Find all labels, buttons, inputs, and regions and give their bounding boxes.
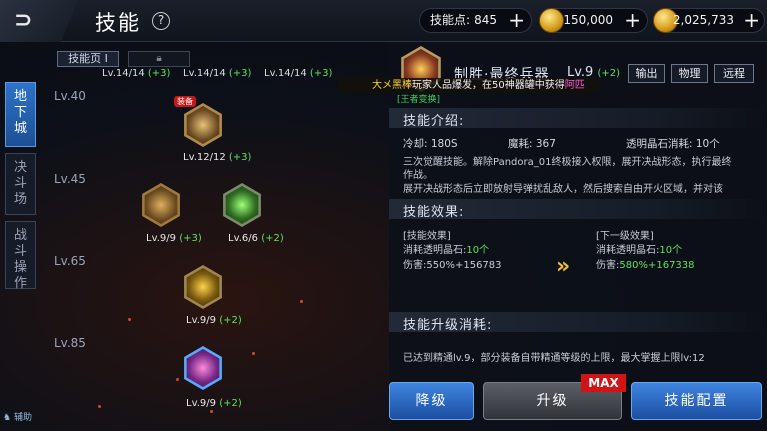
back-arrow-icon: ⊃ — [14, 8, 33, 33]
green-tech-icon — [225, 186, 259, 224]
ember-particle — [210, 410, 213, 413]
ember-particle — [252, 352, 255, 355]
upgrade-note: 已达到精通lv.9，部分装备自带精通等级的上限，最大掌握上限lv:12 — [403, 353, 705, 364]
currency2-value: 2,025,733 — [672, 13, 734, 27]
intro-title: 技能介绍: — [403, 114, 465, 129]
skill-node[interactable] — [139, 183, 183, 227]
page-title: 技能 — [95, 11, 141, 35]
next-cost: 消耗透明晶石:10个 — [596, 245, 683, 256]
skill-node-selected[interactable] — [181, 346, 225, 390]
skill-page-tab-1[interactable]: 技能页 I — [57, 51, 119, 67]
description-line: 展开决战形态后立即放射导弹扰乱敌人，然后搜索自由开火区域，并对该 — [403, 184, 723, 195]
tag-physical: 物理 — [671, 64, 708, 83]
category-tabs: 地下城 决斗场 战斗操作 — [5, 82, 39, 295]
upgrade-title: 技能升级消耗: — [403, 318, 493, 333]
current-effect-head: [技能效果] — [403, 231, 451, 242]
add-currency-button[interactable]: + — [743, 9, 760, 31]
top-skill-count: Lv.14/14 (+3) — [264, 68, 333, 79]
crystal-cost-text: 透明晶石消耗: 10个 — [626, 138, 720, 150]
skill-level-text: Lv.9/9 (+3) — [146, 233, 202, 244]
description-line: 三次觉醒技能。解除Pandora_01终极接入权限，展开决战形态，执行最终 — [403, 157, 732, 168]
skill-node[interactable] — [220, 183, 264, 227]
assist-label: 辅助 — [13, 413, 32, 423]
back-button[interactable]: ⊃ — [0, 0, 78, 42]
skill-points-value: 845 — [474, 13, 497, 27]
skill-level-text: Lv.6/6 (+2) — [228, 233, 284, 244]
ember-particle — [300, 300, 303, 303]
add-skill-points-button[interactable]: + — [508, 9, 525, 31]
lock-icon: 🔒︎ — [156, 53, 162, 64]
top-skill-count: Lv.14/14 (+3) — [102, 68, 171, 79]
skill-node[interactable] — [181, 265, 225, 309]
max-badge: MAX — [581, 374, 626, 392]
level-label: Lv.40 — [54, 89, 86, 103]
gold-display: 150,000 + — [539, 8, 648, 33]
cannon-icon — [144, 186, 178, 224]
skill-level-text: Lv.9/9 (+2) — [186, 398, 242, 409]
effect-title: 技能效果: — [403, 205, 465, 220]
marquee-subtitle: [王者变换] — [397, 95, 441, 105]
level-label: Lv.45 — [54, 172, 86, 186]
next-level-arrow-icon: » — [556, 254, 571, 279]
skill-config-button[interactable]: 技能配置 — [631, 382, 762, 420]
purple-mech-icon — [186, 349, 220, 387]
top-skill-count: Lv.14/14 (+3) — [183, 68, 252, 79]
current-damage: 伤害:550%+156783 — [403, 260, 502, 271]
current-cost: 消耗透明晶石:10个 — [403, 245, 490, 256]
broadcast-marquee: 大メ黑棒玩家人品爆发，在50神器罐中获得阿匹 — [338, 78, 600, 93]
ember-particle — [176, 378, 179, 381]
gold-weapon-icon — [186, 268, 220, 306]
next-damage: 伤害:580%+167338 — [596, 260, 695, 271]
gold-coin-icon — [539, 8, 564, 33]
tab-battle-controls[interactable]: 战斗操作 — [5, 221, 36, 291]
help-icon[interactable]: ? — [152, 12, 170, 30]
skill-points-display: 技能点: 845 + — [419, 8, 532, 33]
currency2-display: 2,025,733 + — [653, 8, 765, 33]
gold-value: 150,000 — [563, 13, 613, 27]
ember-particle — [128, 318, 131, 321]
skill-points-label: 技能点: — [430, 13, 471, 27]
cooldown-text: 冷却: 180S — [403, 138, 458, 150]
tab-arena[interactable]: 决斗场 — [5, 153, 36, 215]
tab-dungeon[interactable]: 地下城 — [5, 82, 36, 147]
skill-node[interactable]: 装备 — [174, 96, 225, 147]
downgrade-button[interactable]: 降级 — [389, 382, 474, 420]
tag-output: 输出 — [628, 64, 665, 83]
assist-toggle[interactable]: ♞ 辅助 — [3, 410, 32, 423]
ember-particle — [98, 405, 101, 408]
top-bar: ⊃ 技能 ? 技能点: 845 + 150,000 + 2,025,733 + — [0, 0, 767, 42]
skill-page-tab-locked[interactable]: 🔒︎ — [128, 51, 190, 67]
level-label: Lv.65 — [54, 254, 86, 268]
mana-cost-text: 魔耗: 367 — [508, 138, 556, 150]
next-effect-head: [下一级效果] — [596, 231, 654, 242]
skill-level-text: Lv.12/12 (+3) — [183, 152, 252, 163]
description-line: 作战。 — [403, 170, 433, 181]
assist-icon: ♞ — [3, 413, 12, 423]
level-label: Lv.85 — [54, 336, 86, 350]
crossed-blades-icon — [186, 106, 220, 144]
add-gold-button[interactable]: + — [624, 9, 641, 31]
skill-level-text: Lv.9/9 (+2) — [186, 315, 242, 326]
equipped-badge: 装备 — [174, 96, 196, 107]
tag-ranged: 远程 — [714, 64, 754, 83]
